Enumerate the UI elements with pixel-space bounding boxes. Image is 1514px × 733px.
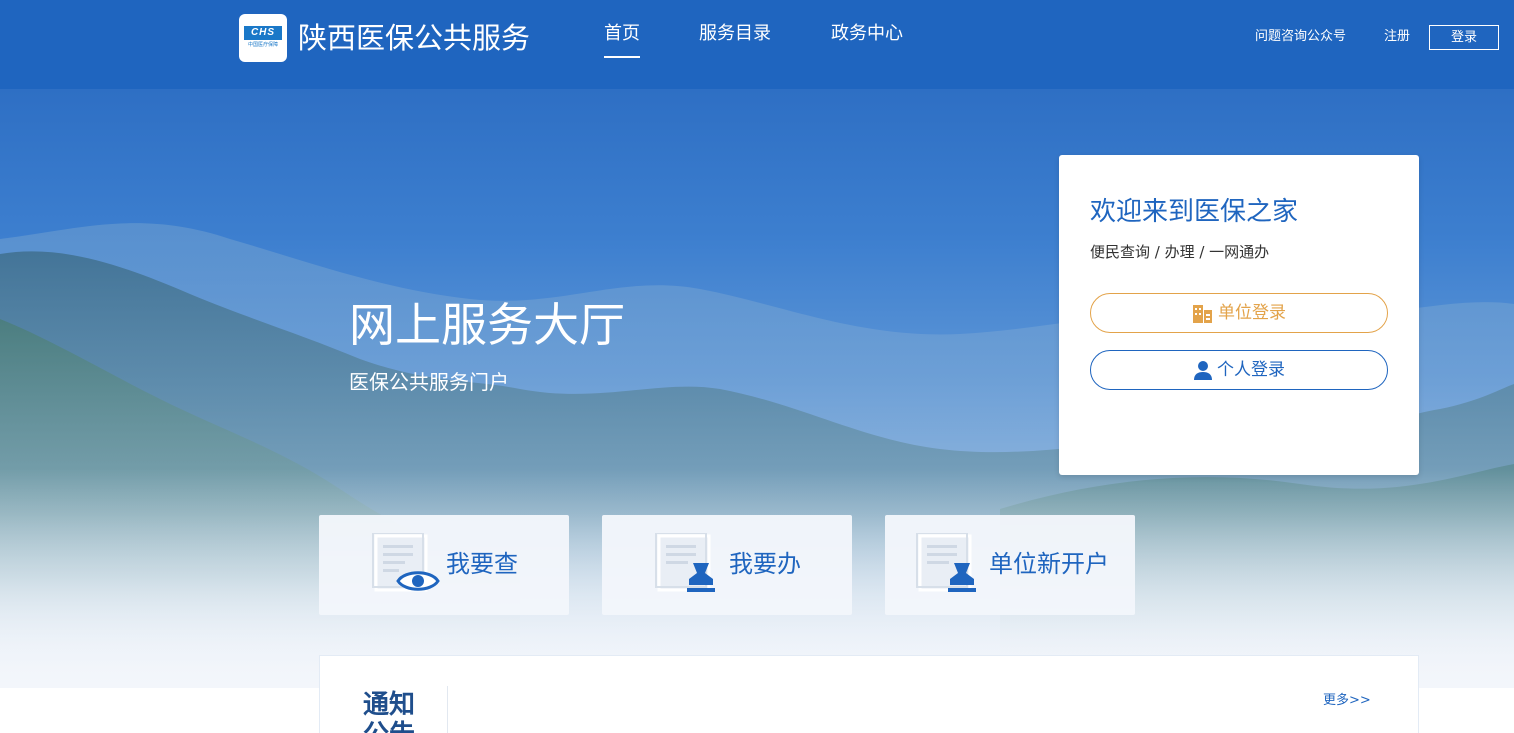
login-button[interactable]: 登录 <box>1429 25 1499 50</box>
service-card-query[interactable]: 我要查 <box>319 515 569 615</box>
personal-login-button[interactable]: 个人登录 <box>1090 350 1388 390</box>
service-card-new-account-label: 单位新开户 <box>989 550 1109 578</box>
document-stamp-icon <box>654 532 724 593</box>
register-link[interactable]: 注册 <box>1384 27 1410 47</box>
service-card-handle-label: 我要办 <box>729 550 801 578</box>
nav-service-catalog[interactable]: 服务目录 <box>699 21 771 47</box>
consult-wechat-link[interactable]: 问题咨询公众号 <box>1255 27 1346 47</box>
welcome-subtitle: 便民查询 / 办理 / 一网通办 <box>1090 243 1270 261</box>
nav-home[interactable]: 首页 <box>604 21 640 58</box>
notice-panel: 通知公告 更多>> <box>319 655 1419 733</box>
notice-title: 通知公告 <box>363 690 416 733</box>
unit-login-button[interactable]: 单位登录 <box>1090 293 1388 333</box>
logo-badge: CHS <box>244 26 282 40</box>
service-card-query-label: 我要查 <box>446 550 518 578</box>
login-panel: 欢迎来到医保之家 便民查询 / 办理 / 一网通办 单位登录 个人登录 <box>1059 155 1419 475</box>
site-logo[interactable]: CHS 中国医疗保障 <box>239 14 287 62</box>
nav-gov-center[interactable]: 政务中心 <box>831 21 903 47</box>
welcome-title: 欢迎来到医保之家 <box>1090 197 1299 227</box>
unit-login-label: 单位登录 <box>1218 303 1286 323</box>
hero-subtitle: 医保公共服务门户 <box>349 370 509 394</box>
service-card-new-account[interactable]: 单位新开户 <box>885 515 1135 615</box>
site-title: 陕西医保公共服务 <box>298 21 531 55</box>
logo-subtitle: 中国医疗保障 <box>247 42 278 48</box>
user-icon <box>1193 360 1213 380</box>
notice-more-link[interactable]: 更多>> <box>1323 692 1371 710</box>
building-icon <box>1192 303 1214 323</box>
document-stamp-icon <box>915 532 985 593</box>
document-eye-icon <box>371 532 441 593</box>
notice-divider <box>447 686 448 733</box>
top-header: CHS 中国医疗保障 陕西医保公共服务 首页 服务目录 政务中心 问题咨询公众号… <box>0 0 1514 89</box>
hero-title: 网上服务大厅 <box>349 298 625 352</box>
personal-login-label: 个人登录 <box>1217 360 1285 380</box>
service-card-handle[interactable]: 我要办 <box>602 515 852 615</box>
